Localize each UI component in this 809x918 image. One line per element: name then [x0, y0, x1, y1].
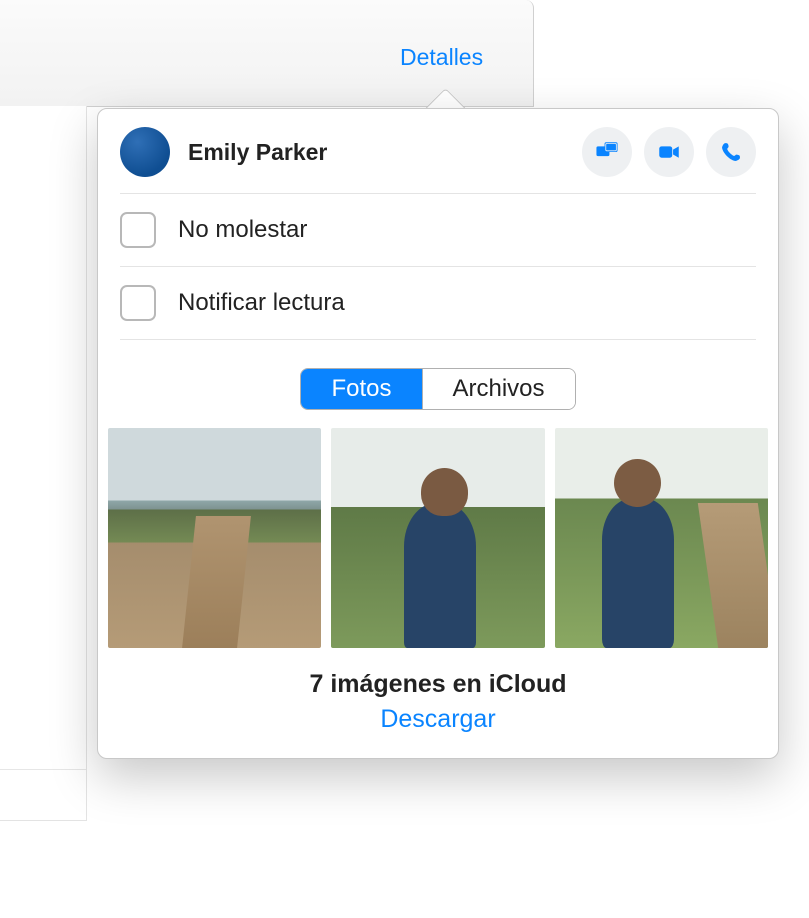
details-popover: Emily Parker [97, 108, 779, 759]
tab-photos[interactable]: Fotos [301, 369, 421, 409]
icloud-summary: 7 imágenes en iCloud [98, 648, 778, 705]
download-link[interactable]: Descargar [98, 705, 778, 758]
avatar[interactable] [120, 127, 170, 177]
screen-share-button[interactable] [582, 127, 632, 177]
screen-share-icon [594, 139, 620, 165]
read-receipts-label: Notificar lectura [178, 289, 345, 317]
photo-thumbnails [98, 428, 778, 648]
phone-icon [718, 139, 744, 165]
do-not-disturb-row: No molestar [98, 194, 778, 266]
read-receipts-row: Notificar lectura [98, 267, 778, 339]
photo-thumbnail[interactable] [331, 428, 544, 648]
read-receipts-checkbox[interactable] [120, 285, 156, 321]
video-call-button[interactable] [644, 127, 694, 177]
details-link[interactable]: Detalles [400, 44, 483, 71]
photo-thumbnail[interactable] [555, 428, 768, 648]
photo-thumbnail[interactable] [108, 428, 321, 648]
attachments-tabs: Fotos Archivos [98, 340, 778, 428]
contact-name: Emily Parker [188, 139, 570, 166]
do-not-disturb-checkbox[interactable] [120, 212, 156, 248]
tab-files[interactable]: Archivos [422, 369, 575, 409]
do-not-disturb-label: No molestar [178, 216, 307, 244]
background-window-sidebar [0, 106, 87, 821]
video-icon [656, 139, 682, 165]
contact-header: Emily Parker [98, 109, 778, 193]
audio-call-button[interactable] [706, 127, 756, 177]
